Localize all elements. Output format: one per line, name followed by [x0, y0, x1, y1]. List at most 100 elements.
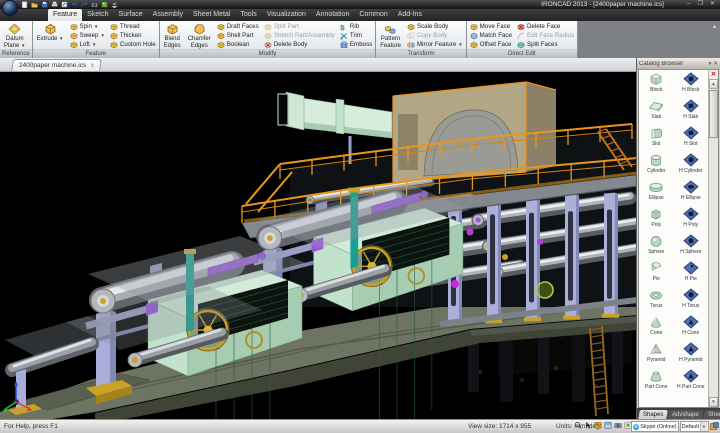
split-faces-button[interactable]: Split Faces	[516, 40, 575, 49]
document-tab[interactable]: 2400paper machine.ics x	[11, 59, 102, 71]
catalog-item-h-pyramid[interactable]: H Pyramid	[674, 342, 709, 369]
tab-common[interactable]: Common	[354, 9, 392, 21]
catalog-item-ellipse[interactable]: Ellipse	[639, 180, 674, 207]
config-tool-icon[interactable]	[710, 422, 719, 431]
catalog-item-part-cone[interactable]: Part Cone	[639, 369, 674, 396]
scroll-up-icon[interactable]: ▲	[709, 79, 718, 89]
catalog-item-pyramid[interactable]: Pyramid	[639, 342, 674, 369]
catalog-item-h-block[interactable]: H Block	[674, 72, 709, 99]
shell-part-button[interactable]: Shell Part	[216, 31, 260, 40]
minimize-button[interactable]: –	[683, 1, 694, 8]
tab-sketch[interactable]: Sketch	[82, 9, 113, 21]
match-face-button[interactable]: Match Face	[469, 31, 513, 40]
window-icon[interactable]	[604, 421, 612, 432]
scroll-thumb[interactable]	[709, 90, 718, 138]
catalog-item-cone[interactable]: Cone	[639, 315, 674, 342]
tab-sheet-metal[interactable]: Sheet Metal	[188, 9, 235, 21]
rib-button[interactable]: Rib	[339, 22, 373, 31]
panel-close-icon[interactable]: ✕	[713, 61, 718, 67]
spin-button[interactable]: Spin▼	[69, 22, 106, 31]
pattern-feature-button[interactable]: PatternFeature	[378, 22, 403, 49]
catalog-item-torus[interactable]: Torus	[639, 288, 674, 315]
print-icon[interactable]	[50, 1, 58, 8]
preview-icon[interactable]	[60, 1, 68, 8]
catalog-item-cylinder[interactable]: Cylinder	[639, 153, 674, 180]
render-icon[interactable]	[100, 1, 108, 8]
render-style-combo[interactable]: Default ▼	[680, 421, 709, 432]
save-icon[interactable]	[40, 1, 48, 8]
mirror-feature-button[interactable]: Mirror Feature▼	[406, 40, 464, 49]
render-mode-icon[interactable]	[594, 421, 602, 432]
tab-visualization[interactable]: Visualization	[262, 9, 311, 21]
tab-tools[interactable]: Tools	[235, 9, 261, 21]
tab-surface[interactable]: Surface	[114, 9, 148, 21]
restore-button[interactable]: ❐	[695, 1, 706, 8]
catalog-item-h-sphere[interactable]: H Sphere	[674, 234, 709, 261]
catalog-item-h-pie[interactable]: H Pie	[674, 261, 709, 288]
catalog-item-poly[interactable]: Poly	[639, 207, 674, 234]
viewport-3d-scene[interactable]	[0, 72, 637, 421]
tab-annotation[interactable]: Annotation	[311, 9, 354, 21]
thread-button[interactable]: Thread	[109, 22, 157, 31]
draft-faces-button[interactable]: Draft Faces	[216, 22, 260, 31]
loft-button[interactable]: Loft▼	[69, 40, 106, 49]
stretch-part-button[interactable]: Stretch Part/Assembly	[263, 31, 336, 40]
new-icon[interactable]	[20, 1, 28, 8]
extrude-button[interactable]: Extrude ▼	[35, 22, 66, 49]
catalog-item-pie[interactable]: Pie	[639, 261, 674, 288]
chamfer-edges-button[interactable]: ChamferEdges	[186, 22, 213, 49]
open-icon[interactable]	[30, 1, 38, 8]
scale-body-button[interactable]: Scale Body	[406, 22, 464, 31]
render-style-dropdown-icon[interactable]: ▼	[700, 422, 707, 431]
camera-icon[interactable]	[614, 421, 622, 432]
catalog-item-sphere[interactable]: Sphere	[639, 234, 674, 261]
skype-combo[interactable]: S Skype (Online)	[631, 421, 678, 432]
pin-icon[interactable]: ▾	[709, 61, 712, 67]
viewport[interactable]	[0, 71, 637, 421]
trim-button[interactable]: Trim	[339, 31, 373, 40]
delete-face-button[interactable]: Delete Face	[516, 22, 575, 31]
scroll-down-icon[interactable]: ▼	[709, 397, 718, 407]
catalog-item-h-slot[interactable]: H Slot	[674, 126, 709, 153]
catalog-item-slot[interactable]: Slot	[639, 126, 674, 153]
catalog-item-h-torus[interactable]: H Torus	[674, 288, 709, 315]
app-menu-button[interactable]	[2, 0, 18, 16]
close-button[interactable]: ✕	[707, 1, 718, 8]
thicken-button[interactable]: Thicken	[109, 31, 157, 40]
catalog-browser-header[interactable]: Catalog Browser ▾ ✕	[637, 58, 720, 70]
catalog-item-block[interactable]: Block	[639, 72, 674, 99]
datum-plane-button[interactable]: DatumPlane ▼	[2, 22, 27, 49]
tab-feature[interactable]: Feature	[48, 9, 82, 21]
catalog-item-h-poly[interactable]: H Poly	[674, 207, 709, 234]
scroll-track[interactable]	[709, 89, 718, 397]
catalog-item-h-slab[interactable]: H Slab	[674, 99, 709, 126]
catalog-item-h-part-cone[interactable]: H Part Cone	[674, 369, 709, 396]
zoom-icon[interactable]	[574, 421, 582, 432]
catalog-item-slab[interactable]: Slab	[639, 99, 674, 126]
undo-icon[interactable]	[70, 1, 78, 8]
emboss-button[interactable]: Emboss	[339, 40, 373, 49]
offset-face-button[interactable]: Offset Face	[469, 40, 513, 49]
tab-add-ins[interactable]: Add-Ins	[393, 9, 427, 21]
customize-arrow-icon[interactable]	[110, 1, 118, 8]
delete-body-button[interactable]: Delete Body	[263, 40, 336, 49]
ribbon-collapse-icon[interactable]: ▴	[713, 23, 716, 30]
copy-body-button[interactable]: Copy Body	[406, 31, 464, 40]
catalog-scrollbar[interactable]: ✕ ▲ ▼	[708, 70, 718, 407]
camera-icon[interactable]	[90, 1, 98, 8]
boolean-button[interactable]: Boolean	[216, 40, 260, 49]
sweep-button[interactable]: Sweep▼	[69, 31, 106, 40]
select-icon[interactable]	[584, 421, 592, 432]
split-part-button[interactable]: Split Part	[263, 22, 336, 31]
move-face-button[interactable]: Move Face	[469, 22, 513, 31]
document-tab-close-icon[interactable]: x	[91, 63, 94, 69]
custom-hole-button[interactable]: Custom Hole	[109, 40, 157, 49]
redo-icon[interactable]	[80, 1, 88, 8]
blend-edges-button[interactable]: BlendEdges	[162, 22, 183, 49]
edit-face-radius-button[interactable]: Edit Face Radius	[516, 31, 575, 40]
catalog-item-h-cylinder[interactable]: H Cylinder	[674, 153, 709, 180]
catalog-item-h-cone[interactable]: H Cone	[674, 315, 709, 342]
tab-assembly[interactable]: Assembly	[148, 9, 188, 21]
catalog-close-icon[interactable]: ✕	[709, 70, 718, 79]
catalog-item-h-ellipse[interactable]: H Ellipse	[674, 180, 709, 207]
